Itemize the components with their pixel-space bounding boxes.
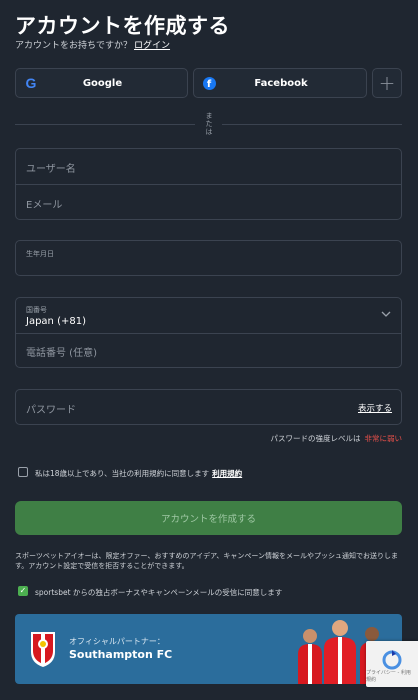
- divider-line-left: [15, 124, 195, 125]
- recaptcha-badge[interactable]: プライバシー - 利用規約: [366, 641, 418, 687]
- facebook-icon: f: [202, 76, 216, 90]
- login-prompt: アカウントをお持ちですか？ ログイン: [15, 38, 170, 51]
- or-text: または: [205, 112, 213, 136]
- phone-field[interactable]: 電話番号 (任意): [15, 333, 402, 368]
- country-code-value: Japan (+81): [26, 316, 86, 327]
- username-field[interactable]: ユーザー名: [15, 148, 402, 185]
- recaptcha-icon: [382, 650, 402, 670]
- facebook-icon-wrap: f: [202, 76, 216, 90]
- more-signup-options-button[interactable]: +: [372, 68, 402, 98]
- login-link[interactable]: ログイン: [134, 41, 170, 51]
- terms-checkbox[interactable]: [18, 467, 28, 477]
- marketing-disclaimer: スポーツベットアイオーは、限定オファー、おすすめのアイデア、キャンペーン情報をメ…: [15, 552, 399, 570]
- facebook-label: Facebook: [254, 77, 308, 89]
- create-account-button[interactable]: アカウントを作成する: [15, 501, 402, 535]
- dob-field[interactable]: 生年月日: [15, 240, 402, 276]
- country-code-label: 国番号: [26, 306, 47, 314]
- password-strength: パスワードの強度レベルは 非常に弱い: [271, 433, 403, 444]
- strength-label: パスワードの強度レベルは: [270, 434, 361, 443]
- username-placeholder: ユーザー名: [26, 164, 76, 175]
- recaptcha-text[interactable]: プライバシー - 利用規約: [366, 669, 414, 683]
- google-label: Google: [82, 77, 123, 89]
- terms-text-wrap: 私は18歳以上であり、当社の利用規約に同意します 利用規約: [35, 468, 242, 479]
- page-title: アカウントを作成する: [15, 14, 230, 38]
- login-prompt-text: アカウントをお持ちですか？: [15, 41, 133, 51]
- email-placeholder: Eメール: [26, 200, 63, 211]
- plus-icon: +: [378, 71, 396, 95]
- email-field[interactable]: Eメール: [15, 184, 402, 220]
- divider-line-right: [222, 124, 402, 125]
- partner-label: オフィシャルパートナー：: [69, 637, 165, 646]
- chevron-down-icon: [381, 311, 391, 317]
- terms-text: 私は18歳以上であり、当社の利用規約に同意します: [35, 469, 210, 478]
- dob-label: 生年月日: [26, 250, 54, 258]
- facebook-signup-button[interactable]: f Facebook: [193, 68, 367, 98]
- google-icon: G: [25, 75, 37, 91]
- partner-club-name: Southampton FC: [69, 648, 173, 661]
- strength-value: 非常に弱い: [364, 434, 403, 443]
- southampton-crest-icon: [31, 632, 55, 667]
- optin-text: sportsbet からの独占ボーナスやキャンペーンメールの受信に同意します: [35, 588, 283, 597]
- or-divider: または: [15, 112, 402, 136]
- check-icon: ✓: [19, 586, 27, 595]
- password-field[interactable]: パスワード 表示する: [15, 389, 402, 425]
- password-placeholder: パスワード: [26, 405, 76, 416]
- google-signup-button[interactable]: G Google: [15, 68, 188, 98]
- terms-link[interactable]: 利用規約: [212, 469, 242, 478]
- show-password-button[interactable]: 表示する: [358, 402, 392, 414]
- partner-banner[interactable]: オフィシャルパートナー： Southampton FC: [15, 614, 402, 684]
- country-code-select[interactable]: 国番号 Japan (+81): [15, 297, 402, 334]
- phone-placeholder: 電話番号 (任意): [26, 348, 97, 359]
- optin-checkbox[interactable]: ✓: [18, 586, 28, 596]
